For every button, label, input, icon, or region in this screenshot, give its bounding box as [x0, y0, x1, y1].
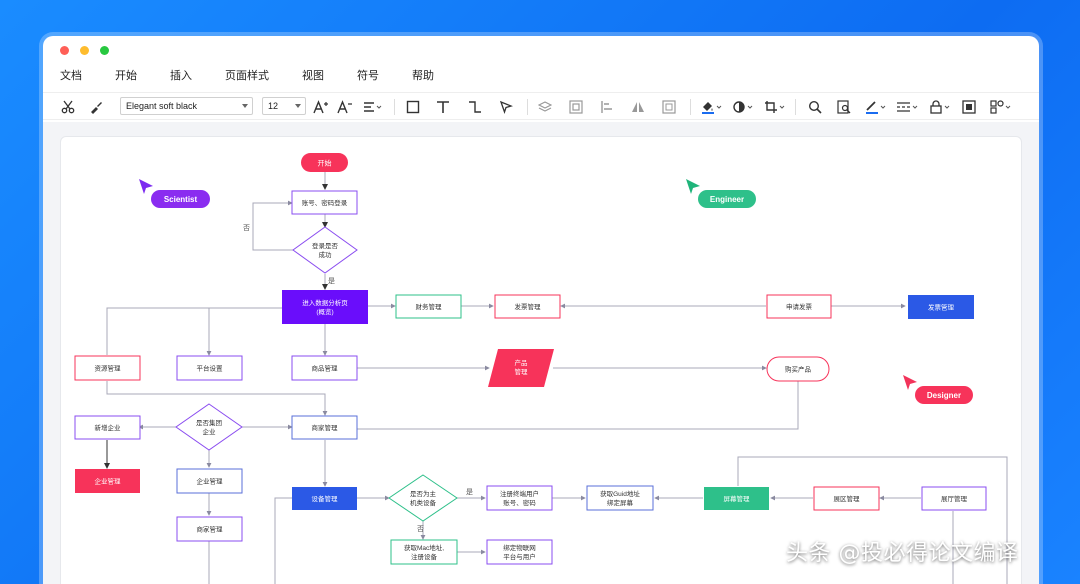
node-enter-analysis-label: 进入数据分析页: [302, 298, 348, 307]
node-bind-label: 绑定物联网: [503, 543, 536, 552]
node-invoice-2-label: 发票管理: [928, 303, 955, 312]
node-mac[interactable]: 获取Mac地址, 注册设备: [390, 539, 458, 565]
flowchart: 否 是 是 否 Scientist Engineer Designer 开始 账…: [74, 153, 1008, 584]
node-resource[interactable]: 资源管理: [74, 355, 141, 381]
node-bind-label: 平台与用户: [503, 552, 536, 561]
node-login-decision-label: 成功: [319, 250, 333, 259]
node-invoice-1[interactable]: 发票管理: [494, 294, 561, 319]
node-apply-invoice-label: 申请发票: [786, 302, 813, 311]
node-hall-label: 展厅管理: [941, 494, 968, 503]
node-start[interactable]: 开始: [301, 153, 348, 172]
node-group-decision[interactable]: 是否集团 企业: [175, 403, 243, 451]
node-apply-invoice[interactable]: 申请发票: [766, 294, 832, 319]
node-invoice-2[interactable]: 发票管理: [908, 295, 974, 319]
node-product-label: 管理: [515, 367, 529, 376]
node-product-label: 产品: [515, 358, 528, 367]
node-host-decision-label: 是否为主: [410, 489, 437, 498]
node-register-label: 账号、密码: [503, 498, 536, 507]
tag-engineer[interactable]: Engineer: [686, 179, 756, 208]
node-mac-label: 获取Mac地址,: [404, 543, 444, 552]
edge-label-no: 否: [417, 525, 424, 533]
node-company-mgr[interactable]: 企业管理: [75, 469, 140, 493]
node-merchant-2[interactable]: 商家管理: [176, 516, 243, 542]
node-device-label: 设备管理: [312, 494, 339, 503]
node-bind[interactable]: 绑定物联网 平台与用户: [486, 539, 553, 565]
node-screen-label: 屏幕管理: [724, 494, 751, 503]
node-finance[interactable]: 财务管理: [395, 294, 462, 319]
node-buy[interactable]: 购买产品: [766, 356, 830, 382]
node-start-label: 开始: [318, 159, 332, 168]
node-group-decision-label: 是否集团: [196, 418, 222, 427]
node-enter-analysis[interactable]: 进入数据分析页 (概览): [282, 290, 368, 324]
node-area-label: 展区管理: [834, 494, 861, 503]
node-area[interactable]: 展区管理: [813, 486, 880, 511]
node-group-decision-label: 企业: [203, 427, 217, 436]
node-screen[interactable]: 屏幕管理: [704, 487, 769, 510]
node-platform-label: 平台设置: [197, 364, 224, 373]
edge-label-yes: 是: [466, 488, 473, 496]
tag-scientist[interactable]: Scientist: [139, 179, 210, 208]
node-goods[interactable]: 商品管理: [291, 355, 358, 381]
app-window: 文档 开始 插入 页面样式 视图 符号 帮助 Elegant soft blac…: [43, 36, 1039, 584]
node-new-company[interactable]: 新增企业: [74, 415, 141, 440]
node-merchant-label: 商家管理: [312, 423, 339, 432]
node-company-admin[interactable]: 企业管理: [176, 468, 243, 494]
node-login-label: 账号、密码登录: [302, 198, 348, 207]
node-register-label: 注册终端用户: [500, 489, 539, 498]
node-device[interactable]: 设备管理: [292, 487, 357, 510]
cursor-icon: [139, 179, 153, 194]
node-company-admin-label: 企业管理: [197, 477, 224, 486]
node-login-decision[interactable]: 登录是否 成功: [292, 226, 358, 274]
node-goods-label: 商品管理: [312, 364, 339, 373]
edge-label-no: 否: [243, 224, 250, 232]
watermark: 头条 @投必得论文编译: [786, 541, 1019, 566]
node-mac-label: 注册设备: [411, 552, 438, 561]
node-login[interactable]: 账号、密码登录: [291, 190, 358, 215]
node-guid[interactable]: 获取Guid地址 绑定屏幕: [586, 485, 654, 511]
node-finance-label: 财务管理: [416, 302, 443, 311]
node-host-decision-label: 机类设备: [410, 498, 437, 507]
node-product[interactable]: 产品 管理: [488, 349, 554, 387]
node-register[interactable]: 注册终端用户 账号、密码: [486, 485, 553, 511]
node-host-decision[interactable]: 是否为主 机类设备: [388, 474, 458, 522]
node-hall[interactable]: 展厅管理: [921, 486, 987, 511]
tag-engineer-label: Engineer: [710, 195, 744, 204]
node-login-decision-label: 登录是否: [312, 241, 339, 250]
edge-label-yes: 是: [328, 277, 335, 285]
tag-scientist-label: Scientist: [164, 195, 198, 204]
node-merchant-2-label: 商家管理: [197, 525, 224, 534]
tag-designer[interactable]: Designer: [903, 375, 973, 404]
node-buy-label: 购买产品: [785, 365, 811, 374]
tag-designer-label: Designer: [927, 391, 961, 400]
node-merchant[interactable]: 商家管理: [291, 415, 358, 440]
node-guid-label: 绑定屏幕: [607, 498, 634, 507]
node-resource-label: 资源管理: [95, 364, 122, 373]
node-invoice-1-label: 发票管理: [515, 302, 542, 311]
cursor-icon: [903, 375, 917, 390]
node-enter-analysis-label: (概览): [316, 307, 333, 316]
node-company-mgr-label: 企业管理: [95, 477, 122, 486]
cursor-icon: [686, 179, 700, 194]
node-platform[interactable]: 平台设置: [176, 355, 243, 381]
node-new-company-label: 新增企业: [95, 423, 122, 432]
node-guid-label: 获取Guid地址: [600, 489, 640, 498]
